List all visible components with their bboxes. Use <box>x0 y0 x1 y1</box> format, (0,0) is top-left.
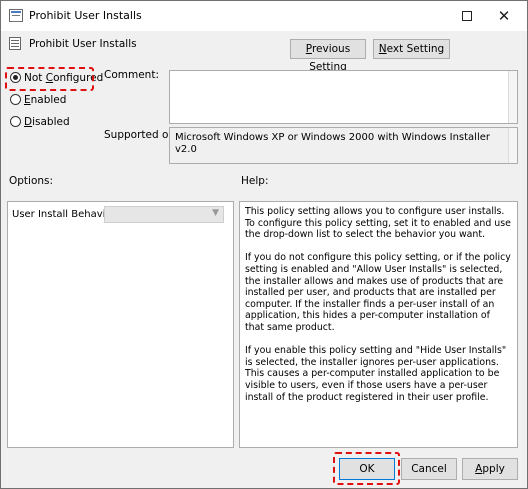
supported-scrollbar[interactable] <box>508 128 517 163</box>
comment-input[interactable] <box>169 70 518 124</box>
policy-setting-icon <box>9 37 21 50</box>
policy-setting-icon <box>9 9 23 22</box>
not-configured-highlight <box>5 67 94 91</box>
comment-label: Comment: <box>104 69 159 81</box>
cancel-button[interactable]: Cancel <box>401 458 457 480</box>
previous-setting-button[interactable]: Previous Setting <box>290 39 366 73</box>
cancel-label: Cancel <box>411 463 447 475</box>
radio-indicator[interactable] <box>10 116 21 127</box>
help-paragraph: If you enable this policy setting and "H… <box>245 345 507 403</box>
close-button[interactable]: ✕ <box>481 1 527 31</box>
window-title: Prohibit User Installs <box>29 9 142 22</box>
policy-dialog-window: Prohibit User Installs ✕ Prohibit User I… <box>0 0 528 489</box>
supported-on-text: Microsoft Windows XP or Windows 2000 wit… <box>175 132 490 155</box>
close-icon: ✕ <box>497 7 511 25</box>
ok-highlight <box>333 452 400 485</box>
title-bar[interactable]: Prohibit User Installs ✕ <box>1 1 527 31</box>
supported-on-label: Supported on: <box>104 129 179 141</box>
comment-scrollbar[interactable] <box>508 71 517 123</box>
previous-setting-label: Previous Setting <box>305 43 351 73</box>
apply-button[interactable]: Apply <box>462 458 518 480</box>
maximize-icon <box>462 10 472 21</box>
chevron-down-icon: ▼ <box>212 208 219 218</box>
user-install-behavior-select[interactable]: ▼ <box>104 206 224 223</box>
options-label: Options: <box>9 175 54 187</box>
help-paragraph: If you do not configure this policy sett… <box>245 252 511 333</box>
help-label: Help: <box>241 175 269 187</box>
next-setting-button[interactable]: Next Setting <box>373 39 450 59</box>
next-setting-label: Next Setting <box>378 43 445 55</box>
policy-heading: Prohibit User Installs <box>29 38 137 50</box>
radio-indicator[interactable] <box>10 94 21 105</box>
options-panel: User Install Behavior: ▼ <box>7 201 234 448</box>
apply-label: Apply <box>475 463 505 475</box>
radio-label-disabled: Disabled <box>24 116 70 128</box>
help-panel: This policy setting allows you to config… <box>239 201 518 448</box>
user-install-behavior-label: User Install Behavior: <box>12 209 119 220</box>
radio-label-enabled: Enabled <box>24 94 67 106</box>
supported-on-value: Microsoft Windows XP or Windows 2000 wit… <box>169 127 518 164</box>
help-paragraph: This policy setting allows you to config… <box>245 206 511 241</box>
